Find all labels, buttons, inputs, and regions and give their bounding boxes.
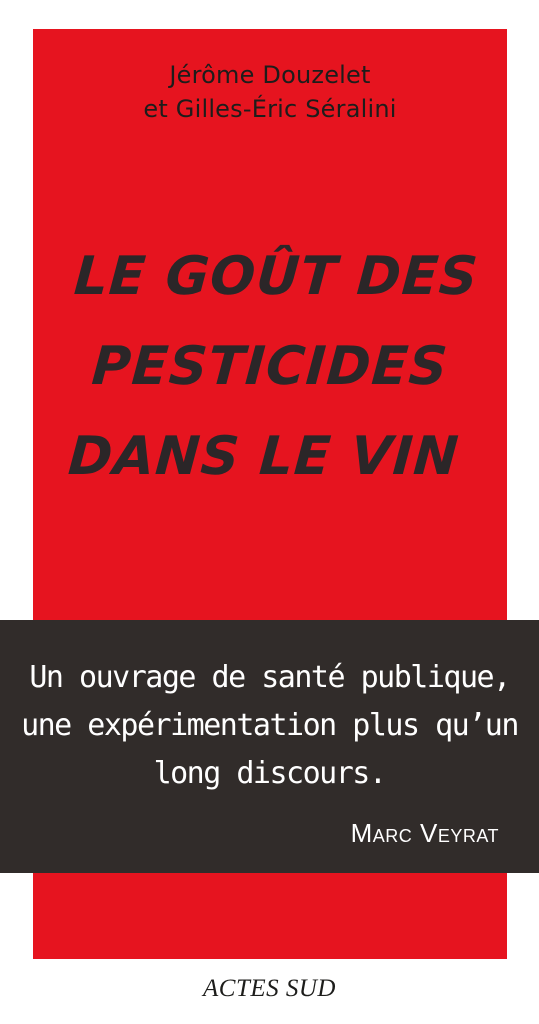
quote-line: long discours. — [153, 756, 387, 791]
title-line: DANS LE VIN — [66, 426, 462, 487]
publisher-name: ACTES SUD — [203, 975, 336, 1002]
blurb-quote: Un ouvrage de santé publique, une expéri… — [0, 654, 539, 798]
title-line: LE GOÛT DES — [72, 246, 481, 307]
quote-line: une expérimentation plus qu’un — [21, 708, 519, 743]
title-line: PESTICIDES — [89, 336, 451, 397]
book-authors: Jérôme Douzelet et Gilles-Éric Séralini — [33, 58, 507, 126]
quote-author: Marc Veyrat — [350, 818, 499, 848]
author-line: et Gilles-Éric Séralini — [143, 95, 397, 123]
quote-line: Un ouvrage de santé publique, — [29, 660, 511, 695]
book-title: LE GOÛT DES PESTICIDES DANS LE VIN — [24, 232, 517, 502]
author-line: Jérôme Douzelet — [169, 61, 371, 89]
